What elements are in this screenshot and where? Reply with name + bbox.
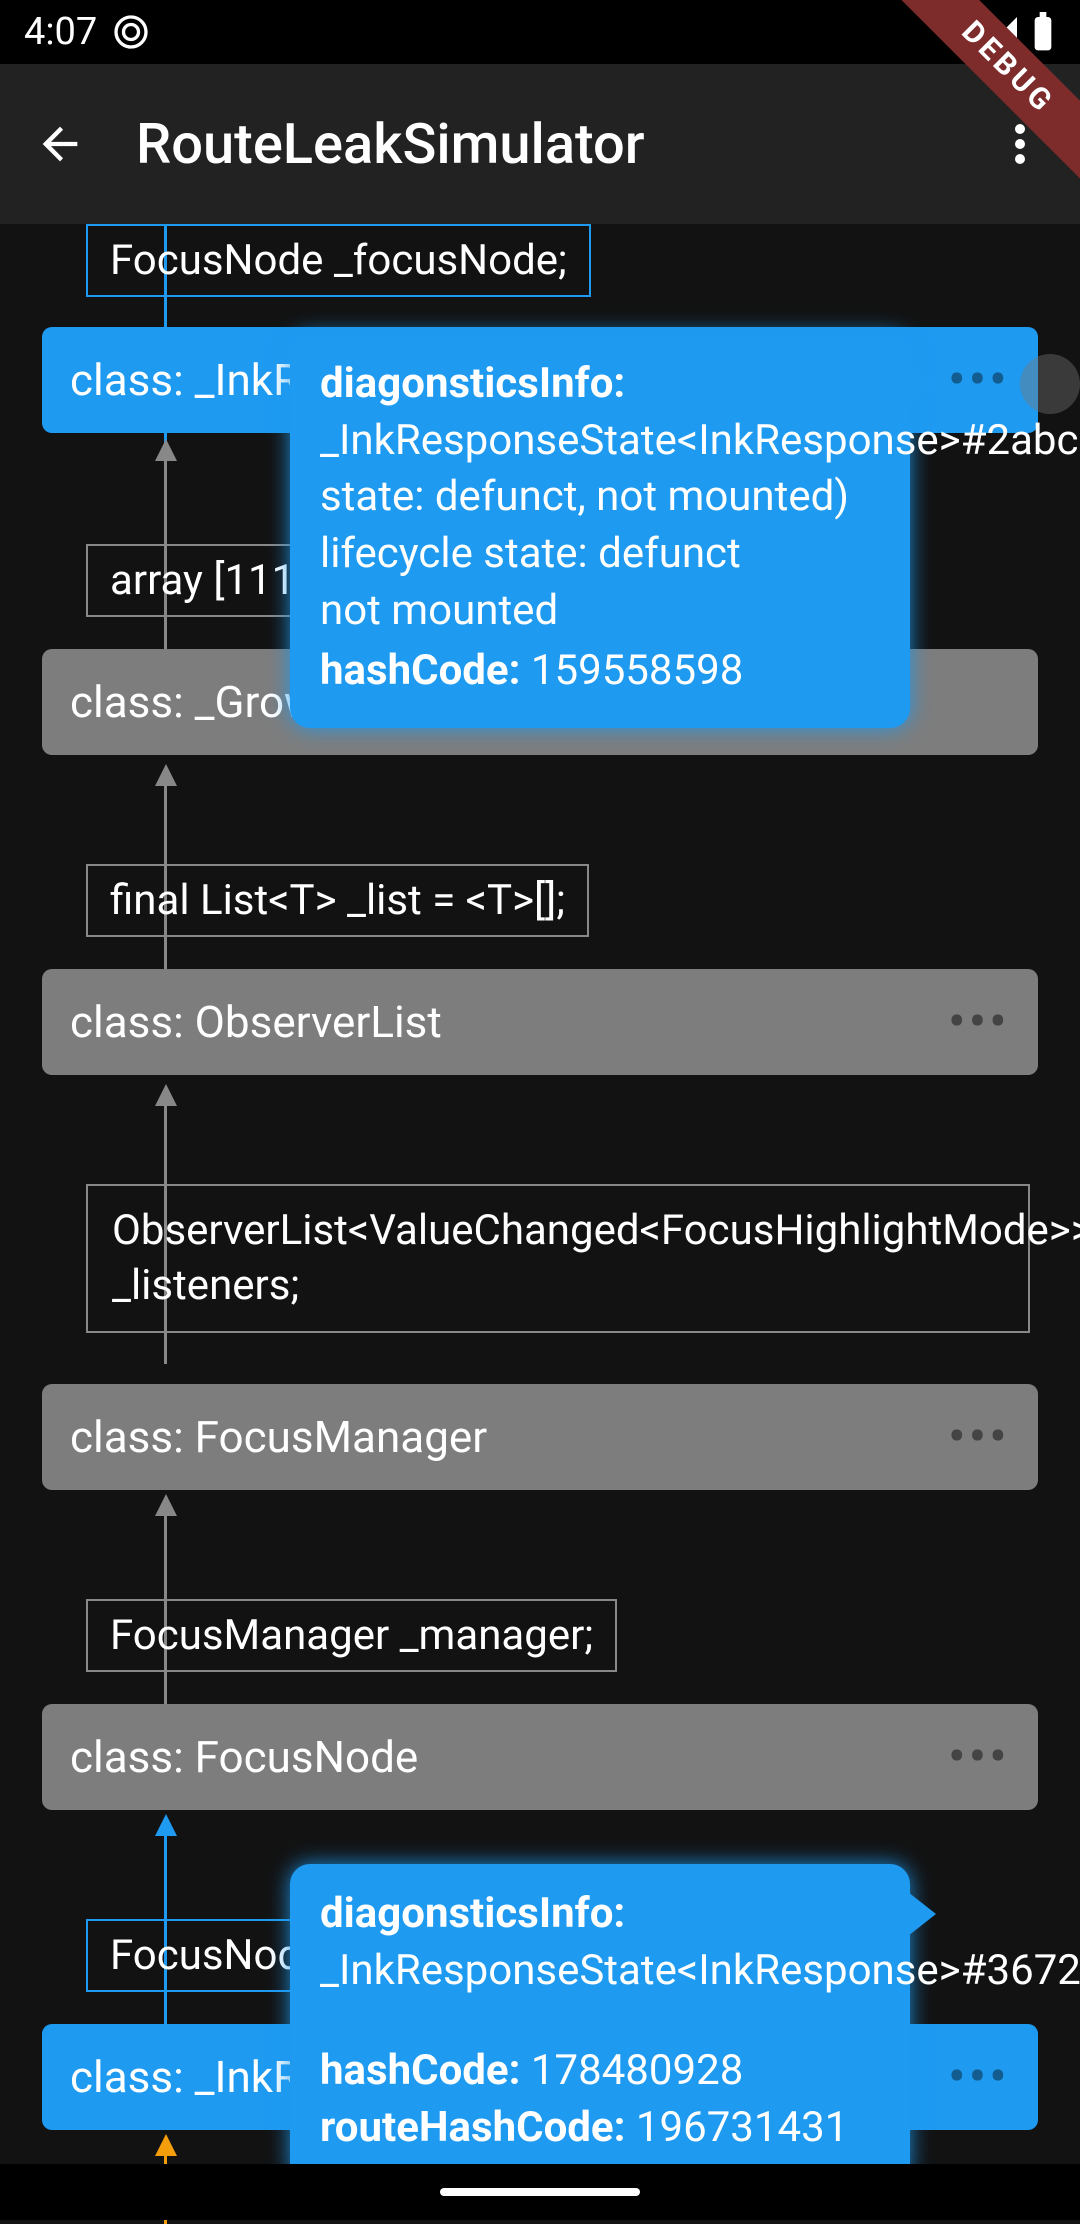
- class-card[interactable]: class: FocusManager •••: [42, 1384, 1038, 1490]
- diagram-content[interactable]: FocusNode _focusNode; class: _InkResp ••…: [0, 224, 1080, 2220]
- more-dots-icon[interactable]: •••: [948, 995, 1010, 1049]
- class-label: class: FocusNode: [70, 1731, 418, 1783]
- field-node[interactable]: ObserverList<ValueChanged<FocusHighlight…: [86, 1184, 1030, 1333]
- field-label: FocusManager _manager;: [110, 1611, 593, 1660]
- tooltip-route-label: routeHashCode:: [320, 2103, 625, 2152]
- more-dots-icon[interactable]: •••: [948, 353, 1010, 407]
- status-time: 4:07: [24, 10, 97, 54]
- do-not-disturb-icon: [111, 12, 151, 52]
- more-dots-icon[interactable]: •••: [948, 1730, 1010, 1784]
- home-handle[interactable]: [440, 2188, 640, 2196]
- field-label: final List<T> _list = <T>[];: [110, 876, 565, 925]
- diagnostics-tooltip: diagonsticsInfo: _InkResponseState<InkRe…: [290, 1864, 910, 2185]
- more-dots-icon[interactable]: •••: [948, 1410, 1010, 1464]
- tooltip-route-value: 196731431: [636, 2103, 848, 2152]
- tooltip-diag-value: _InkResponseState<InkResponse>#2abc6(lif…: [320, 413, 880, 640]
- field-label: ObserverList<ValueChanged<FocusHighlight…: [112, 1206, 1080, 1310]
- tooltip-diag-label: diagonsticsInfo:: [320, 1889, 625, 1938]
- arrow-up-icon: [155, 1494, 177, 1516]
- battery-icon: [1030, 12, 1056, 52]
- tooltip-diag-value: _InkResponseState<InkResponse>#36720: [320, 1943, 880, 2000]
- field-label: FocusNode _focusNode;: [110, 236, 567, 285]
- app-bar: RouteLeakSimulator: [0, 64, 1080, 224]
- partial-dot: [1020, 354, 1080, 414]
- tooltip-diag-label: diagonsticsInfo:: [320, 359, 625, 408]
- class-label: class: ObserverList: [70, 996, 442, 1048]
- nav-bar: [0, 2164, 1080, 2220]
- tooltip-hash-value: 159558598: [531, 646, 743, 695]
- page-title: RouteLeakSimulator: [136, 111, 980, 177]
- arrow-up-icon: [155, 1814, 177, 1836]
- arrow-back-icon: [34, 118, 86, 170]
- class-card[interactable]: class: ObserverList •••: [42, 969, 1038, 1075]
- field-node[interactable]: final List<T> _list = <T>[];: [86, 864, 589, 937]
- field-node[interactable]: FocusManager _manager;: [86, 1599, 617, 1672]
- arrow-up-icon: [155, 2134, 177, 2156]
- more-dots-icon[interactable]: •••: [948, 2050, 1010, 2104]
- arrow-up-icon: [155, 764, 177, 786]
- diagnostics-tooltip: diagonsticsInfo: _InkResponseState<InkRe…: [290, 334, 910, 728]
- field-label: array [111]: [110, 556, 306, 605]
- arrow-up-icon: [155, 1084, 177, 1106]
- arrow-up-icon: [155, 439, 177, 461]
- more-vert-icon: [1015, 120, 1025, 168]
- field-node[interactable]: FocusNode _focusNode;: [86, 224, 591, 297]
- tooltip-hash-label: hashCode:: [320, 646, 520, 695]
- class-card[interactable]: class: FocusNode •••: [42, 1704, 1038, 1810]
- tooltip-hash-value: 178480928: [531, 2046, 743, 2095]
- class-label: class: FocusManager: [70, 1411, 487, 1463]
- tooltip-hash-label: hashCode:: [320, 2046, 520, 2095]
- back-button[interactable]: [20, 104, 100, 184]
